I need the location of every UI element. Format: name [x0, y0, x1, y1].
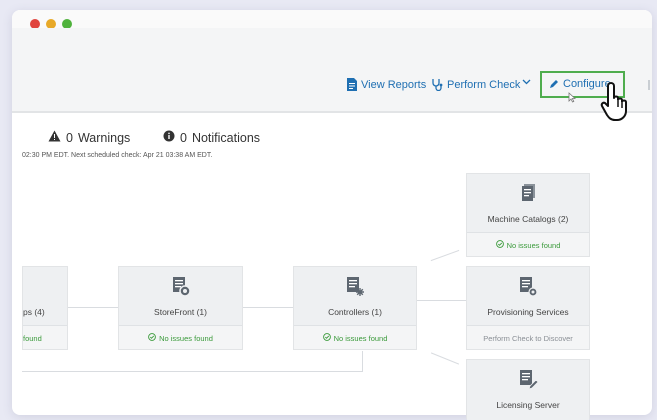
check-schedule-info: 02:30 PM EDT. Next scheduled check: Apr … — [22, 152, 213, 159]
chevron-down-icon — [522, 79, 531, 85]
card-status: found — [23, 334, 42, 343]
connector-line — [243, 307, 293, 308]
card-status-ok: No issues found — [467, 240, 589, 250]
provisioning-services-card[interactable]: Provisioning Services Perform Check to D… — [466, 266, 590, 350]
card-status-text: Perform Check to Discover — [483, 334, 573, 343]
pencil-icon — [549, 79, 559, 89]
hand-cursor-icon — [600, 80, 636, 129]
connector-line — [417, 300, 466, 301]
card-status-text: No issues found — [333, 333, 388, 343]
perform-check-dropdown[interactable] — [522, 79, 531, 85]
warnings-count: 0 — [66, 130, 73, 145]
card-status-ok: No issues found — [294, 333, 416, 343]
view-reports-button[interactable]: View Reports — [347, 78, 426, 91]
card-title: Machine Catalogs (2) — [487, 214, 569, 224]
licensing-server-card[interactable]: Licensing Server — [466, 359, 590, 420]
warning-icon — [48, 130, 61, 145]
storefront-server-icon — [170, 276, 192, 303]
controller-server-icon — [344, 276, 366, 303]
card-title: Provisioning Services — [487, 307, 569, 317]
connector-line — [22, 371, 363, 372]
perform-check-button[interactable]: Perform Check — [431, 78, 520, 91]
provisioning-gear-icon — [517, 276, 539, 303]
card-title: StoreFront (1) — [154, 307, 207, 317]
license-pencil-icon — [517, 369, 539, 396]
view-reports-label: View Reports — [361, 78, 427, 91]
perform-check-label: Perform Check — [447, 78, 521, 91]
notifications-label: Notifications — [191, 130, 261, 145]
controllers-card[interactable]: Controllers (1) No issues found — [293, 266, 417, 350]
card-status-text: No issues found — [506, 240, 561, 250]
warnings-summary[interactable]: 0 Warnings — [48, 130, 130, 145]
storefront-card[interactable]: StoreFront (1) No issues found — [118, 266, 243, 350]
info-icon — [163, 130, 175, 145]
card-status-text: No issues found — [159, 333, 213, 343]
warnings-label: Warnings — [77, 130, 131, 145]
check-circle-icon — [322, 333, 331, 343]
arrow-cursor-icon — [568, 90, 577, 108]
check-circle-icon — [148, 333, 156, 343]
machine-catalogs-card[interactable]: Machine Catalogs (2) No issues found — [466, 173, 590, 257]
connector-line — [68, 307, 118, 308]
card-title: Controllers (1) — [328, 307, 382, 317]
stethoscope-icon — [431, 78, 443, 91]
notifications-summary[interactable]: 0 Notifications — [163, 130, 260, 145]
card-title: ps (4) — [23, 307, 45, 317]
notifications-count: 0 — [180, 130, 187, 145]
machine-catalog-icon — [517, 183, 539, 210]
groups-card[interactable]: ps (4) found — [22, 266, 68, 350]
report-icon — [347, 78, 357, 91]
check-circle-icon — [495, 240, 504, 250]
toolbar-edge-marker — [648, 80, 650, 90]
connector-line — [362, 351, 363, 371]
card-status-ok: No issues found — [119, 333, 242, 343]
